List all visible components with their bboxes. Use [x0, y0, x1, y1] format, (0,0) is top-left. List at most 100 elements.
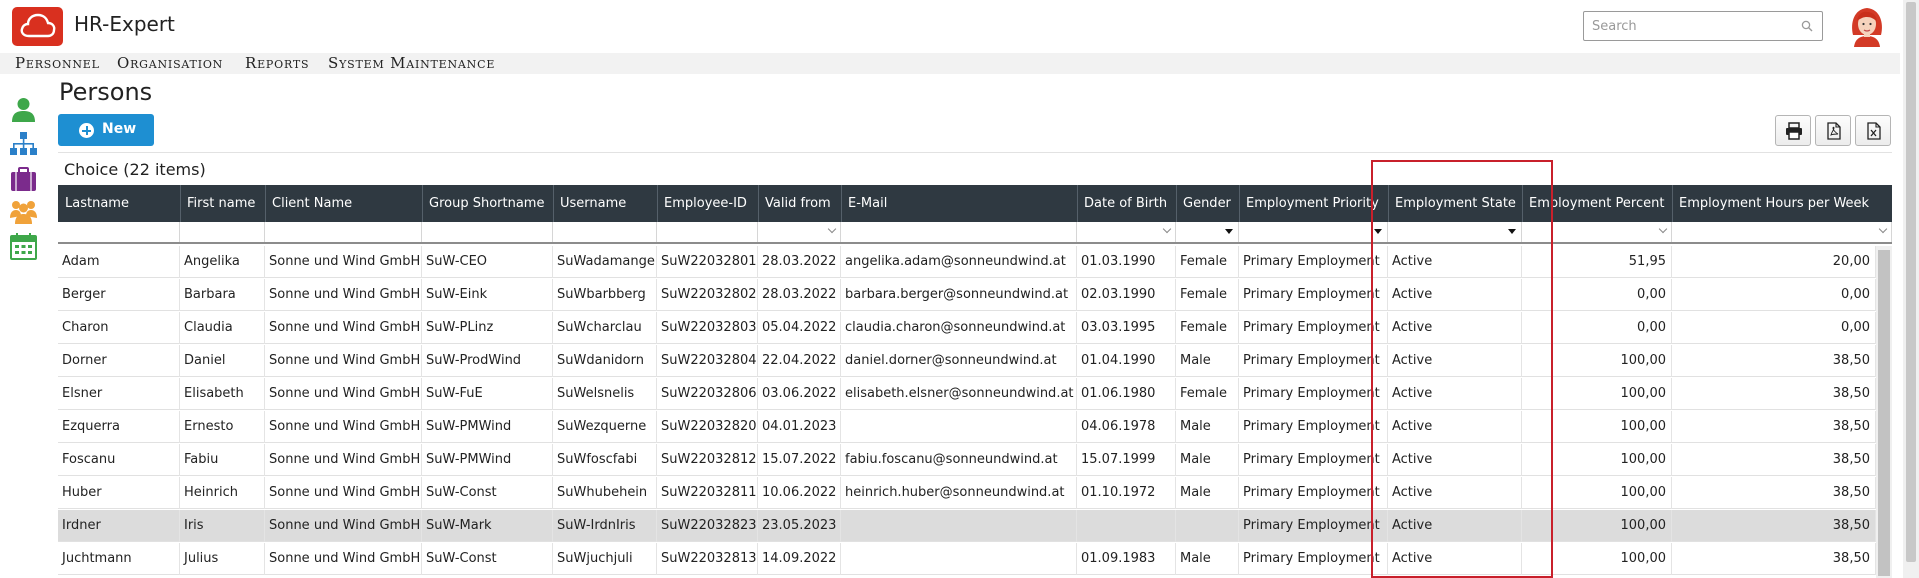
filter-valid-from[interactable] [758, 222, 841, 242]
column-header-valid-from[interactable]: Valid from [758, 185, 841, 222]
column-separator[interactable] [1077, 185, 1078, 222]
grid-scrollbar[interactable] [1876, 246, 1892, 578]
cell-gender: Male [1176, 345, 1239, 377]
column-separator[interactable] [553, 185, 554, 222]
filter-group-shortname[interactable] [422, 222, 553, 242]
cell-employment-priority: Primary Employment [1239, 312, 1388, 344]
page-scrollbar-thumb[interactable] [1906, 2, 1916, 562]
column-header-client-name[interactable]: Client Name [265, 185, 422, 222]
cell-valid-from: 23.05.2023 [758, 510, 841, 542]
table-row[interactable]: Ezquerra Ernesto Sonne und Wind GmbH SuW-PM… [58, 411, 1876, 443]
column-separator[interactable] [758, 185, 759, 222]
filter-input-lastname[interactable] [58, 223, 179, 242]
print-button[interactable] [1775, 115, 1811, 146]
filter-input-username[interactable] [553, 223, 656, 242]
dropdown-caret-icon[interactable] [1508, 229, 1516, 234]
column-separator[interactable] [1239, 185, 1240, 222]
group-icon[interactable] [10, 198, 37, 225]
column-header-username[interactable]: Username [553, 185, 657, 222]
hr-expert-logo[interactable] [12, 7, 63, 46]
filter-lastname[interactable] [58, 222, 180, 242]
dropdown-caret-icon[interactable] [1374, 229, 1382, 234]
filter-input-employment-percent[interactable] [1522, 223, 1671, 242]
cell-lastname: Ezquerra [58, 411, 180, 443]
table-row[interactable]: Berger Barbara Sonne und Wind GmbH SuW-Eink… [58, 279, 1876, 311]
cell-client-name: Sonne und Wind GmbH [265, 444, 422, 476]
filter-input-first-name[interactable] [180, 223, 264, 242]
cell-employee-id: SuW22032813 [657, 543, 758, 575]
filter-input-employment-priority[interactable] [1239, 223, 1387, 242]
table-row[interactable]: Juchtmann Julius Sonne und Wind GmbH SuW-Co… [58, 543, 1876, 575]
cell-valid-from: 28.03.2022 [758, 246, 841, 278]
org-chart-icon[interactable] [10, 131, 37, 158]
filter-gender[interactable] [1176, 222, 1239, 242]
column-separator[interactable] [180, 185, 181, 222]
column-separator[interactable] [841, 185, 842, 222]
column-separator[interactable] [1388, 185, 1389, 222]
column-header-employee-id[interactable]: Employee-ID [657, 185, 758, 222]
column-header-employment-percent[interactable]: Employment Percent [1522, 185, 1672, 222]
search-icon[interactable] [1801, 20, 1813, 32]
filter-employment-hours[interactable] [1672, 222, 1892, 242]
filter-email[interactable] [841, 222, 1077, 242]
search-box[interactable] [1583, 11, 1823, 41]
table-row[interactable]: Elsner Elisabeth Sonne und Wind GmbH SuW-Fu… [58, 378, 1876, 410]
column-header-employment-state[interactable]: Employment State [1388, 185, 1522, 222]
table-row[interactable]: Dorner Daniel Sonne und Wind GmbH SuW-ProdW… [58, 345, 1876, 377]
column-separator[interactable] [1176, 185, 1177, 222]
export-pdf-button[interactable] [1815, 115, 1851, 146]
column-header-date-of-birth[interactable]: Date of Birth [1077, 185, 1176, 222]
cell-employee-id: SuW22032820 [657, 411, 758, 443]
cell-valid-from: 04.01.2023 [758, 411, 841, 443]
filter-employee-id[interactable] [657, 222, 758, 242]
filter-employment-state[interactable] [1388, 222, 1522, 242]
filter-input-valid-from[interactable] [758, 223, 840, 242]
column-separator[interactable] [657, 185, 658, 222]
column-header-gender[interactable]: Gender [1176, 185, 1239, 222]
dropdown-caret-icon[interactable] [1225, 229, 1233, 234]
column-separator[interactable] [265, 185, 266, 222]
cell-username: SuWezquerne [553, 411, 657, 443]
table-row[interactable]: Foscanu Fabiu Sonne und Wind GmbH SuW-PMWin… [58, 444, 1876, 476]
filter-input-email[interactable] [841, 223, 1076, 242]
column-separator[interactable] [1522, 185, 1523, 222]
export-excel-button[interactable] [1855, 115, 1891, 146]
search-input[interactable] [1584, 12, 1794, 40]
grid-scrollbar-thumb[interactable] [1878, 250, 1890, 576]
column-header-email[interactable]: E-Mail [841, 185, 1077, 222]
filter-input-employment-state[interactable] [1388, 223, 1521, 242]
column-header-first-name[interactable]: First name [180, 185, 265, 222]
person-icon[interactable] [10, 96, 37, 123]
column-header-employment-priority[interactable]: Employment Priority [1239, 185, 1388, 222]
menu-organisation[interactable]: Organisation [117, 54, 223, 72]
filter-username[interactable] [553, 222, 657, 242]
filter-input-employment-hours[interactable] [1672, 223, 1891, 242]
table-row[interactable]: Irdner Iris Sonne und Wind GmbH SuW-Mark SuW… [58, 510, 1876, 542]
filter-date-of-birth[interactable] [1077, 222, 1176, 242]
menu-reports[interactable]: Reports [245, 54, 309, 72]
column-separator[interactable] [422, 185, 423, 222]
filter-client-name[interactable] [265, 222, 422, 242]
menu-personnel[interactable]: Personnel [15, 54, 100, 72]
filter-first-name[interactable] [180, 222, 265, 242]
column-separator[interactable] [1672, 185, 1673, 222]
table-row[interactable]: Adam Angelika Sonne und Wind GmbH SuW-CEO Su… [58, 246, 1876, 278]
column-header-lastname[interactable]: Lastname [58, 185, 180, 222]
new-button[interactable]: New [58, 114, 154, 146]
column-header-group-shortname[interactable]: Group Shortname [422, 185, 553, 222]
top-bar: HR-Expert [0, 0, 1900, 53]
filter-employment-percent[interactable] [1522, 222, 1672, 242]
calendar-icon[interactable] [10, 233, 37, 260]
menu-system-maintenance[interactable]: System Maintenance [328, 54, 495, 72]
filter-input-employee-id[interactable] [657, 223, 757, 242]
column-header-employment-hours[interactable]: Employment Hours per Week [1672, 185, 1892, 222]
user-avatar[interactable] [1848, 5, 1886, 47]
filter-employment-priority[interactable] [1239, 222, 1388, 242]
filter-input-client-name[interactable] [265, 223, 421, 242]
filter-input-group-shortname[interactable] [422, 223, 552, 242]
table-row[interactable]: Charon Claudia Sonne und Wind GmbH SuW-PLin… [58, 312, 1876, 344]
page-scrollbar[interactable] [1903, 0, 1919, 578]
filter-input-date-of-birth[interactable] [1077, 223, 1175, 242]
table-row[interactable]: Huber Heinrich Sonne und Wind GmbH SuW-Cons… [58, 477, 1876, 509]
briefcase-icon[interactable] [10, 166, 37, 193]
